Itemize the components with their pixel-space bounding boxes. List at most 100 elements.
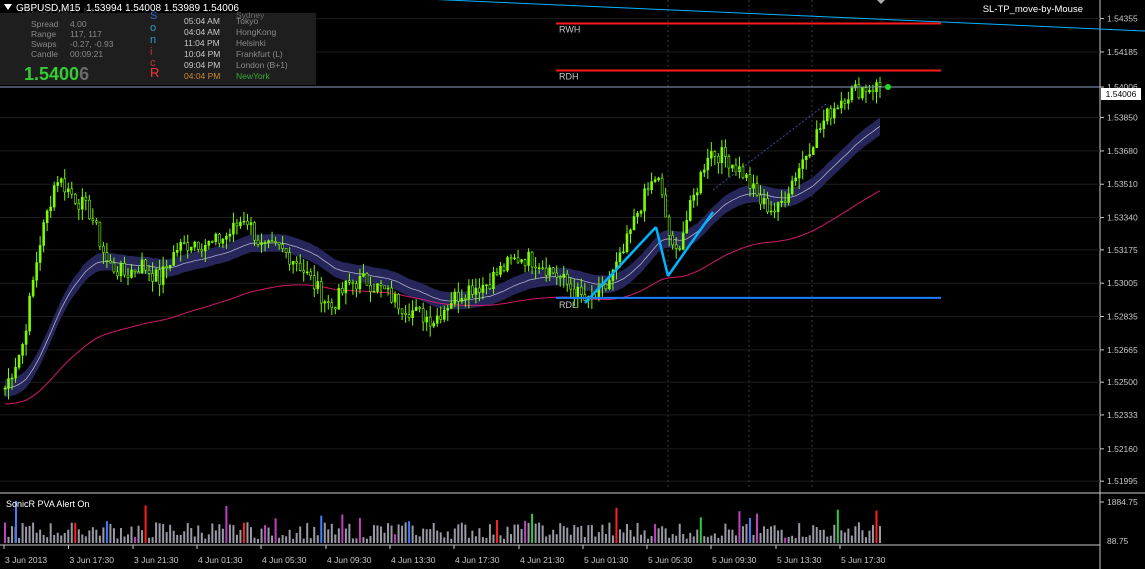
candle-body (485, 284, 488, 287)
volume-bar (587, 525, 590, 543)
volume-bar (60, 535, 63, 543)
candle-body (316, 281, 320, 290)
price-chart[interactable]: 1.54355 1.54185 1.54006 1.53850 1.53680 1.535… (0, 0, 1145, 569)
candle-body (650, 181, 653, 191)
volume-bar (7, 536, 10, 543)
volume-bar (320, 515, 323, 543)
candle-body (629, 229, 632, 235)
session-time: 04:04 PM (184, 71, 221, 81)
volume-bar (197, 525, 200, 543)
session-name: Helsinki (236, 38, 266, 48)
volume-bar (285, 536, 288, 543)
volume-bar (467, 537, 470, 543)
volume-min-label: 88.75 (1107, 536, 1129, 546)
candle-body (836, 107, 840, 110)
candle-body (678, 248, 681, 250)
candle-body (833, 108, 836, 119)
candle-body (168, 264, 172, 268)
time-tick-label: 3 Jun 21:30 (134, 555, 179, 565)
candle-body (822, 120, 826, 129)
volume-bar (98, 535, 101, 543)
volume-bar (650, 535, 653, 543)
candle-body (218, 233, 221, 244)
candle-body (17, 355, 21, 368)
volume-bar (46, 537, 49, 543)
volume-bar (70, 522, 73, 543)
time-tick-label: 4 Jun 17:30 (455, 555, 500, 565)
volume-bar (527, 522, 530, 543)
volume-bar (137, 525, 140, 543)
candle-body (759, 194, 762, 205)
candle-body (766, 198, 769, 213)
candle-body (253, 222, 256, 241)
volume-bar (555, 534, 558, 543)
volume-bar (710, 535, 713, 543)
volume-bar (464, 524, 467, 543)
volume-bar (267, 527, 270, 543)
volume-bar (341, 514, 344, 543)
chart-menu-icon[interactable] (4, 4, 12, 10)
candle-body (246, 220, 249, 225)
price-tick-label: 1.51995 (1107, 476, 1138, 486)
candle-body (639, 210, 643, 214)
candle-body (270, 240, 274, 242)
volume-bar (566, 527, 569, 543)
candle-body (442, 309, 446, 320)
volume-bar (387, 523, 390, 543)
volume-bar (629, 529, 632, 543)
volume-bar (573, 525, 576, 543)
volume-bar (358, 518, 361, 543)
candle-body (797, 168, 801, 179)
candle-body (541, 267, 544, 270)
candle-body (439, 315, 443, 320)
volume-bar (260, 528, 263, 543)
candle-body (653, 179, 657, 182)
volume-bar (879, 526, 881, 543)
candle-body (688, 200, 692, 221)
candle-body (341, 287, 344, 294)
volume-bar (766, 528, 769, 543)
candle-body (330, 302, 334, 308)
volume-bar (829, 535, 832, 543)
volume-bar (657, 528, 660, 543)
volume-bar (756, 513, 759, 543)
volume-bar (316, 535, 319, 543)
candle-body (232, 222, 235, 235)
volume-bar (548, 534, 551, 543)
candle-body (780, 200, 783, 203)
volume-bar (249, 527, 252, 543)
volume-bar (362, 537, 365, 543)
volume-bar (590, 525, 593, 543)
volume-bar (119, 528, 122, 543)
time-tick-label: 4 Jun 21:30 (520, 555, 565, 565)
candle-body (580, 286, 583, 295)
time-tick-label: 4 Jun 13:30 (391, 555, 436, 565)
candle-body (182, 242, 186, 244)
candle-body (196, 241, 200, 250)
volume-bar (583, 537, 586, 543)
volume-bar (510, 534, 513, 543)
candle-body (126, 274, 130, 278)
current-price-display: 1.54006 (24, 64, 89, 84)
volume-bar (559, 523, 562, 543)
candle-body (695, 192, 699, 196)
candle-body (397, 294, 400, 310)
price-tick-label: 1.52665 (1107, 345, 1138, 355)
volume-bar (843, 532, 846, 543)
candle-body (14, 367, 17, 379)
candle-body (864, 87, 868, 93)
candle-body (137, 271, 140, 274)
volume-bar (42, 534, 45, 543)
candle-body (815, 129, 819, 148)
candle-body (228, 233, 232, 237)
volume-bar (517, 524, 520, 543)
candle-body (713, 151, 717, 157)
volume-bar (126, 534, 129, 543)
candle-body (492, 272, 495, 290)
volume-bar (696, 529, 699, 543)
candle-body (393, 294, 397, 303)
shift-marker-icon (877, 0, 885, 4)
volume-bar (369, 535, 372, 543)
candle-body (305, 271, 309, 274)
volume-bar (450, 538, 453, 543)
